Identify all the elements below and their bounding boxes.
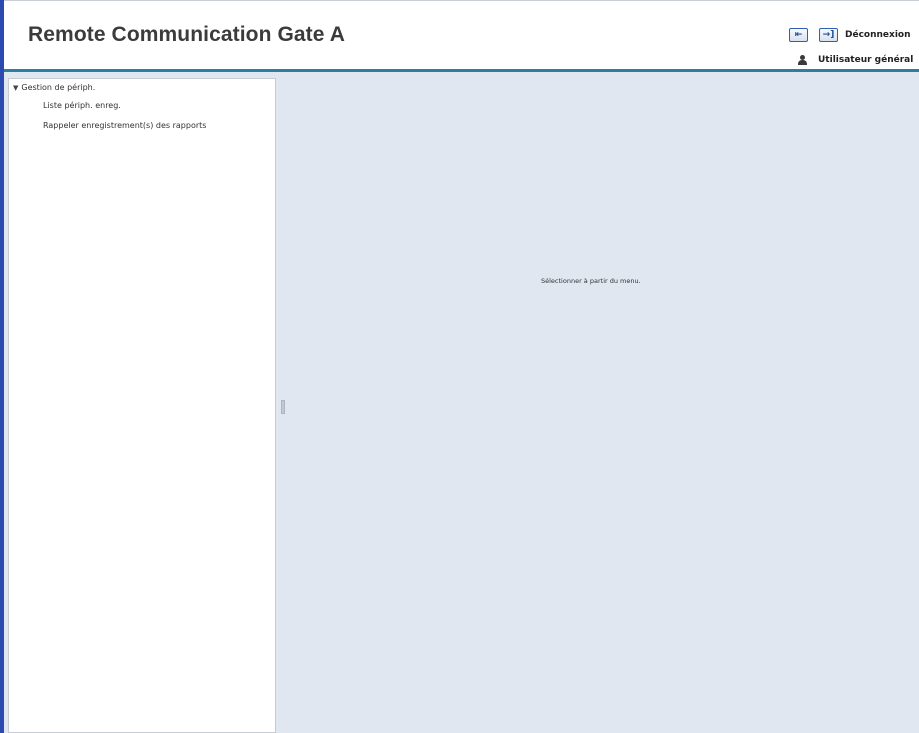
tree-node-label: Gestion de périph. (21, 83, 96, 92)
empty-state-hint: Sélectionner à partir du menu. (541, 277, 641, 285)
pane-splitter-handle[interactable] (281, 400, 285, 414)
logout-button[interactable]: →] (819, 28, 838, 42)
expand-arrow-icon[interactable]: ▼ (13, 84, 18, 92)
header-accent-bar (4, 69, 919, 72)
back-button[interactable]: ⇤ (789, 28, 808, 42)
app-window: Remote Communication Gate A ⇤ →] Déconne… (0, 0, 919, 733)
menu-item-registered-devices[interactable]: Liste périph. enreg. (43, 101, 121, 110)
app-title: Remote Communication Gate A (28, 23, 345, 46)
back-icon: ⇤ (794, 30, 803, 40)
tree-node-device-management[interactable]: ▼ Gestion de périph. (13, 83, 95, 92)
current-user-label: Utilisateur général (818, 55, 914, 65)
logout-link[interactable]: Déconnexion (845, 30, 911, 40)
header-bar: Remote Communication Gate A ⇤ →] Déconne… (4, 0, 919, 72)
user-icon (797, 55, 807, 66)
logout-icon: →] (822, 30, 835, 40)
menu-item-recall-report-registration[interactable]: Rappeler enregistrement(s) des rapports (43, 121, 206, 130)
navigation-sidebar: ▼ Gestion de périph. Liste périph. enreg.… (8, 78, 276, 733)
